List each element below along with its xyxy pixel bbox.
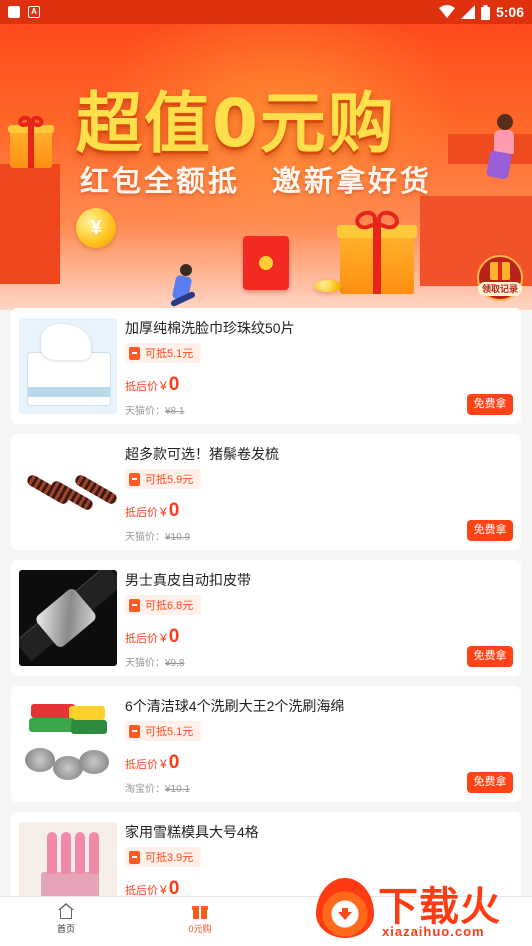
promo-banner: ¥ 超值0元购 红包全额抵 邀新拿好货 <box>0 24 532 310</box>
free-get-button[interactable]: 免费拿 <box>467 394 513 415</box>
product-title: 加厚纯棉洗脸巾珍珠纹50片 <box>125 320 295 336</box>
free-get-button[interactable]: 免费拿 <box>467 772 513 793</box>
coupon-icon <box>129 472 140 486</box>
nav-zero-buy-label: 0元购 <box>188 924 212 934</box>
deduct-badge: 可抵3.9元 <box>125 847 202 867</box>
deduct-badge: 可抵6.8元 <box>125 595 202 615</box>
status-bar: A 5:06 <box>0 0 532 24</box>
banner-subline: 红包全额抵 邀新拿好货 <box>80 164 433 198</box>
nav-home-label: 首页 <box>56 924 75 934</box>
original-price: 天猫价：¥8.1 <box>125 406 185 417</box>
red-envelope-icon <box>243 236 289 290</box>
left-step-decoration <box>0 164 60 284</box>
records-gift-icon <box>490 262 510 280</box>
free-get-button[interactable]: 免费拿 <box>467 520 513 541</box>
watermark: 下载火 xiazaihuo.com <box>314 872 530 944</box>
coupon-icon <box>129 346 140 360</box>
product-title: 6个清洁球4个洗刷大王2个洗刷海绵 <box>125 698 345 714</box>
gift-icon <box>192 903 208 919</box>
product-card[interactable]: 男士真皮自动扣皮带 可抵6.8元 抵后价 ¥0 天猫价：¥9.8 免费拿 <box>11 560 521 676</box>
claim-records-label[interactable]: 领取记录 <box>478 282 522 296</box>
home-icon <box>57 903 75 919</box>
original-price: 天猫价：¥9.8 <box>125 658 185 669</box>
product-title: 家用雪糕模具大号4格 <box>125 824 259 840</box>
after-price: 抵后价 ¥0 <box>125 374 180 395</box>
deduct-badge: 可抵5.1元 <box>125 343 202 363</box>
after-price: 抵后价 ¥0 <box>125 500 180 521</box>
nav-home[interactable]: 首页 <box>36 903 96 935</box>
original-price: 天猫价：¥10.9 <box>125 532 191 543</box>
gift-box-left-icon <box>8 114 54 168</box>
banner-headline: 超值0元购 <box>76 85 396 162</box>
product-image-sponge <box>19 696 117 792</box>
free-get-button[interactable]: 免费拿 <box>467 646 513 667</box>
sitting-lady-figure <box>497 114 513 130</box>
battery-icon <box>480 4 490 20</box>
product-title: 超多款可选！猪鬃卷发梳 <box>125 446 279 462</box>
coin-stack-icon <box>314 280 342 292</box>
gift-box-large-icon <box>337 207 417 294</box>
product-image-comb <box>19 444 117 540</box>
coupon-icon <box>129 850 140 864</box>
coupon-icon <box>129 724 140 738</box>
product-image-tissue <box>19 318 117 414</box>
after-price: 抵后价 ¥0 <box>125 752 180 773</box>
original-price: 淘宝价：¥10.1 <box>125 784 191 795</box>
app-notification-icon <box>8 6 20 18</box>
product-card[interactable]: 超多款可选！猪鬃卷发梳 可抵5.9元 抵后价 ¥0 天猫价：¥10.9 免费拿 <box>11 434 521 550</box>
nav-zero-buy[interactable]: 0元购 <box>170 903 230 935</box>
product-image-belt <box>19 570 117 666</box>
status-time: 5:06 <box>495 4 524 20</box>
product-card[interactable]: 6个清洁球4个洗刷大王2个洗刷海绵 可抵5.1元 抵后价 ¥0 淘宝价：¥10.1… <box>11 686 521 802</box>
a-notification-icon: A <box>28 6 40 18</box>
coupon-icon <box>129 598 140 612</box>
product-card[interactable]: 加厚纯棉洗脸巾珍珠纹50片 可抵5.1元 抵后价 ¥0 天猫价：¥8.1 免费拿 <box>11 308 521 424</box>
after-price: 抵后价 ¥0 <box>125 626 180 647</box>
deduct-badge: 可抵5.9元 <box>125 469 202 489</box>
deduct-badge: 可抵5.1元 <box>125 721 202 741</box>
product-title: 男士真皮自动扣皮带 <box>125 572 251 588</box>
coin-icon: ¥ <box>76 208 116 248</box>
runner-figure <box>180 264 192 276</box>
flame-logo-icon <box>316 878 374 938</box>
wifi-icon <box>438 5 455 18</box>
download-arrow-icon <box>338 908 352 920</box>
signal-icon <box>460 5 475 19</box>
watermark-url: xiazaihuo.com <box>382 924 485 939</box>
